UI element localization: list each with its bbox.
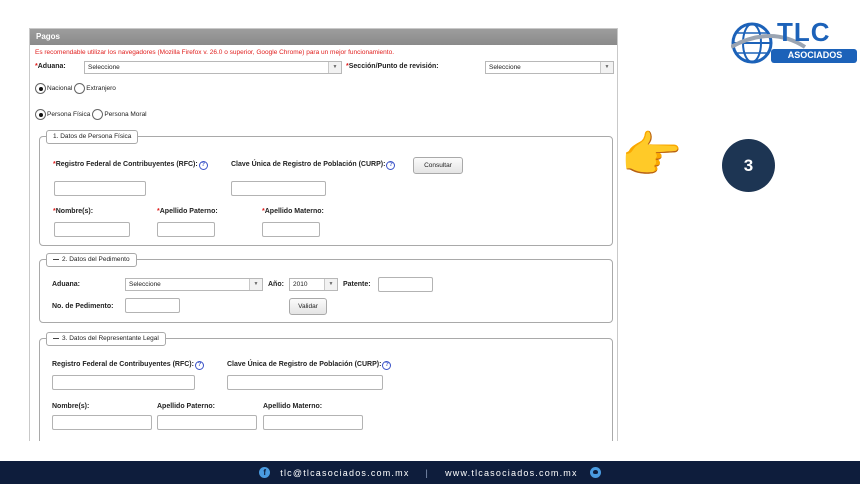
nacional-radio[interactable] (35, 83, 46, 94)
step-number-badge: 3 (722, 139, 775, 192)
collapse-icon (53, 258, 59, 260)
rfc-label: *Registro Federal de Contribuyentes (RFC… (53, 161, 208, 170)
aduana-label: *Aduana: (35, 63, 66, 70)
consultar-button[interactable]: Consultar (413, 157, 463, 174)
tlc-asociados-logo: TLC ASOCIADOS (730, 17, 859, 67)
rfc-input[interactable] (54, 181, 146, 196)
representante-fieldset: 3. Datos del Representante Legal Registr… (39, 332, 613, 441)
rep-nombre-label: Nombre(s): (52, 403, 90, 410)
help-icon[interactable]: ? (382, 361, 392, 370)
backhand-index-pointing-right-icon: 👈 (622, 127, 685, 183)
browser-warning: Es recomendable utilizar los navegadores… (35, 49, 395, 56)
pedimento-aduana-select[interactable]: Seleccione ▼ (125, 278, 263, 291)
pedimento-fieldset: 2. Datos del Pedimento Aduana: Seleccion… (39, 253, 613, 323)
collapse-icon (53, 337, 59, 339)
footer-email[interactable]: tlc@tlcasociados.com.mx (280, 468, 409, 478)
extranjero-label: Extranjero (86, 85, 116, 92)
chevron-down-icon: ▼ (249, 279, 262, 290)
section2-legend[interactable]: 2. Datos del Pedimento (46, 253, 137, 267)
curp-label: Clave Única de Registro de Población (CU… (231, 161, 396, 170)
help-icon[interactable]: ? (198, 161, 208, 170)
nombre-label: *Nombre(s): (53, 208, 94, 215)
rep-rfc-label: Registro Federal de Contribuyentes (RFC)… (52, 361, 204, 370)
footer-bar: f tlc@tlcasociados.com.mx | www.tlcasoci… (0, 461, 860, 484)
pedimento-aduana-label: Aduana: (52, 281, 80, 288)
patente-input[interactable] (378, 277, 433, 292)
rep-rfc-input[interactable] (52, 375, 195, 390)
persona-fisica-label: Persona Física (47, 111, 91, 118)
chevron-down-icon: ▼ (324, 279, 337, 290)
persona-radio-group: Persona Física Persona Moral (35, 109, 147, 120)
chevron-down-icon: ▼ (600, 62, 613, 73)
section3-legend[interactable]: 3. Datos del Representante Legal (46, 332, 166, 346)
persona-fisica-fieldset: 1. Datos de Persona Física *Registro Fed… (39, 130, 613, 246)
chevron-down-icon: ▼ (328, 62, 341, 73)
persona-moral-radio[interactable] (92, 109, 104, 120)
anio-select[interactable]: 2010 ▼ (289, 278, 338, 291)
panel-title: Pagos (30, 29, 617, 45)
rep-nombre-input[interactable] (52, 415, 152, 430)
validar-button[interactable]: Validar (289, 298, 327, 315)
paterno-label: *Apellido Paterno: (157, 208, 218, 215)
footer-separator: | (425, 467, 430, 478)
no-pedimento-label: No. de Pedimento: (52, 303, 114, 310)
payment-form-panel: Pagos Es recomendable utilizar los naveg… (29, 28, 618, 441)
rep-paterno-label: Apellido Paterno: (157, 403, 215, 410)
seccion-label: *Sección/Punto de revisión: (346, 63, 439, 70)
help-icon[interactable]: ? (194, 361, 204, 370)
persona-fisica-radio[interactable] (35, 109, 46, 120)
curp-input[interactable] (231, 181, 326, 196)
logo-brand-text: TLC (777, 17, 831, 47)
aduana-select[interactable]: Seleccione ▼ (84, 61, 342, 74)
rep-materno-label: Apellido Materno: (263, 403, 323, 410)
extranjero-radio[interactable] (74, 83, 86, 94)
footer-website[interactable]: www.tlcasociados.com.mx (445, 468, 578, 478)
logo-sub-text: ASOCIADOS (787, 50, 843, 60)
rep-curp-label: Clave Única de Registro de Población (CU… (227, 361, 392, 370)
patente-label: Patente: (343, 281, 371, 288)
twitter-icon[interactable] (589, 467, 601, 478)
materno-input[interactable] (262, 222, 320, 237)
paterno-input[interactable] (157, 222, 215, 237)
nacional-label: Nacional (47, 85, 73, 92)
rep-paterno-input[interactable] (157, 415, 257, 430)
facebook-icon[interactable]: f (259, 467, 271, 478)
seccion-select[interactable]: Seleccione ▼ (485, 61, 614, 74)
materno-label: *Apellido Materno: (262, 208, 324, 215)
persona-moral-label: Persona Moral (104, 111, 147, 118)
no-pedimento-input[interactable] (125, 298, 180, 313)
help-icon[interactable]: ? (386, 161, 396, 170)
section1-legend: 1. Datos de Persona Física (46, 130, 139, 144)
rep-curp-input[interactable] (227, 375, 383, 390)
origin-radio-group: Nacional Extranjero (35, 83, 116, 94)
nombre-input[interactable] (54, 222, 130, 237)
anio-label: Año: (268, 281, 284, 288)
rep-materno-input[interactable] (263, 415, 363, 430)
